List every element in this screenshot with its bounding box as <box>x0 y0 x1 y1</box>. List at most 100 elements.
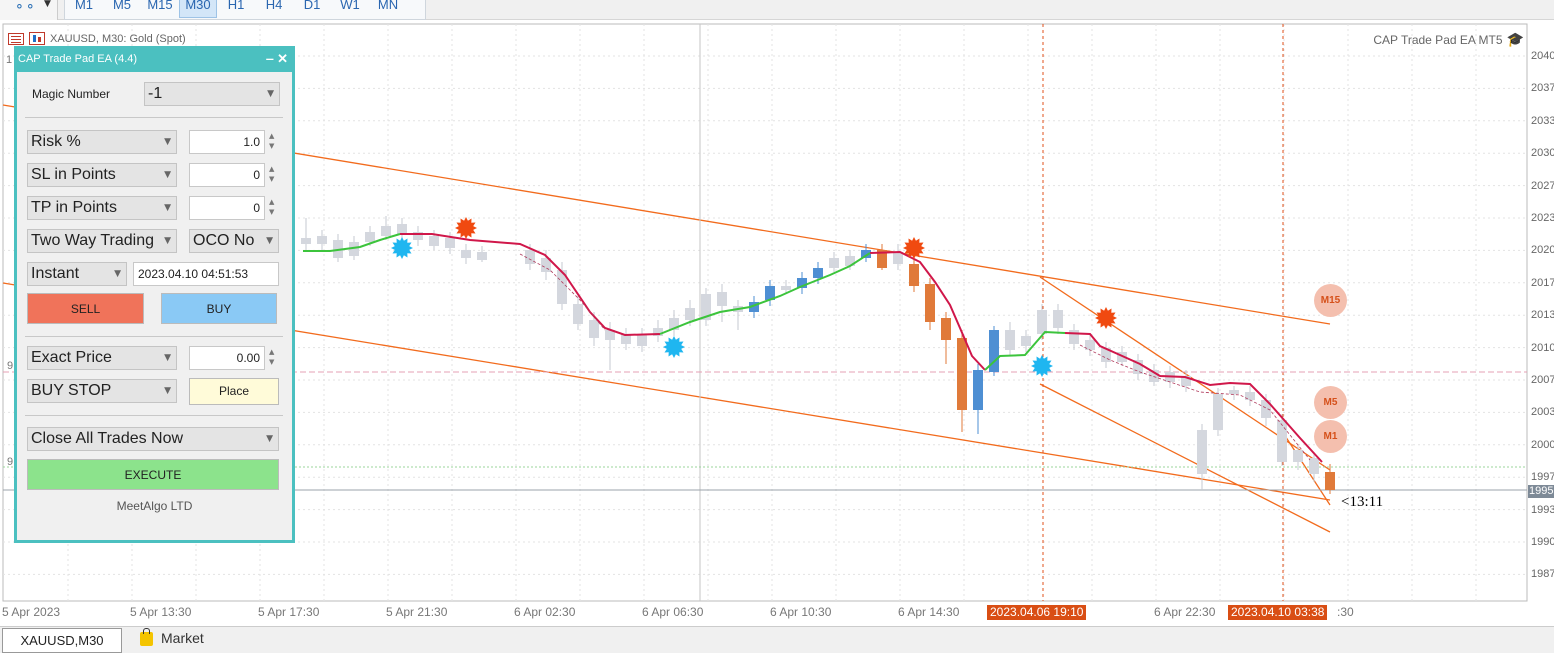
sell-button[interactable]: SELL <box>27 293 144 324</box>
close-action-label: Close All Trades Now <box>31 430 184 447</box>
panel-title-bar[interactable]: CAP Trade Pad EA (4.4) ‒ ✕ <box>14 46 295 72</box>
candle-body <box>317 236 327 244</box>
candle-body <box>1021 336 1031 346</box>
price-label: 2023 <box>1531 212 1554 224</box>
order-type-label: BUY STOP <box>31 382 112 399</box>
sl-dropdown[interactable]: SL in Points ▼ <box>27 163 177 187</box>
price-label: 2000 <box>1531 438 1554 451</box>
candle-body <box>1053 310 1063 328</box>
chevron-down-icon: ▼ <box>164 137 171 147</box>
candle-body <box>1277 420 1287 462</box>
candle-body <box>973 370 983 410</box>
chevron-down-icon: ▼ <box>164 236 171 246</box>
sell-signal-star <box>455 217 477 239</box>
candle-body <box>957 338 967 410</box>
time-label: :30 <box>1337 605 1354 619</box>
datetime-field[interactable]: 2023.04.10 04:51:53 <box>133 262 279 286</box>
time-label: 6 Apr 14:30 <box>898 605 960 619</box>
price-label: 2003 <box>1531 406 1554 419</box>
buy-signal-star <box>1031 355 1053 377</box>
badge-m1[interactable]: M1 <box>1314 420 1347 453</box>
candle-body <box>1229 390 1239 394</box>
price-label: 2027 <box>1531 179 1554 192</box>
candle-body <box>685 308 695 320</box>
tab-market-label: Market <box>161 630 204 646</box>
shopping-bag-icon <box>140 628 153 646</box>
price-label: 2033 <box>1531 114 1554 127</box>
symbol-info: XAUUSD, M30: Gold (Spot) <box>8 32 186 45</box>
time-label: 6 Apr 10:30 <box>770 605 832 619</box>
candle-body <box>1309 458 1319 474</box>
oco-dropdown[interactable]: OCO No ▼ <box>189 229 279 253</box>
two-way-label: Two Way Trading <box>31 232 155 249</box>
candle-body <box>589 320 599 338</box>
candle-body <box>445 238 455 248</box>
chart-type-icon <box>29 32 45 45</box>
symbol-label: XAUUSD, M30: Gold (Spot) <box>50 32 186 45</box>
time-label: 6 Apr 02:30 <box>514 605 576 619</box>
time-tag-2: 2023.04.10 03:38 <box>1228 605 1328 620</box>
chevron-down-icon: ▼ <box>164 170 171 180</box>
price-label: 1993 <box>1531 503 1554 516</box>
price-mode-dropdown[interactable]: Exact Price ▼ <box>27 346 177 370</box>
list-icon <box>8 32 24 45</box>
candle-body <box>1245 392 1255 400</box>
two-way-trading-dropdown[interactable]: Two Way Trading ▼ <box>27 229 177 253</box>
chevron-down-icon: ▼ <box>164 386 171 396</box>
tp-dropdown[interactable]: TP in Points ▼ <box>27 196 177 220</box>
risk-stepper[interactable]: ▲ ▼ <box>269 131 279 155</box>
price-label: 1987 <box>1531 568 1554 581</box>
tab-market[interactable]: Market <box>140 628 204 646</box>
edge-label: 9 <box>7 456 14 468</box>
time-label: 5 Apr 13:30 <box>130 605 192 619</box>
oco-label: OCO No <box>193 232 255 249</box>
price-label: 2020 <box>1531 244 1554 257</box>
panel-window-buttons[interactable]: ‒ ✕ <box>266 46 288 72</box>
ea-name[interactable]: CAP Trade Pad EA MT5 🎓 <box>1373 32 1524 48</box>
price-label: 2017 <box>1531 276 1554 289</box>
candle-body <box>1037 310 1047 334</box>
sl-stepper[interactable]: ▲ ▼ <box>269 164 279 188</box>
risk-dropdown[interactable]: Risk % ▼ <box>27 130 177 154</box>
chevron-down-icon: ▼ <box>164 353 171 363</box>
divider <box>25 336 283 337</box>
ea-name-label: CAP Trade Pad EA MT5 <box>1373 33 1503 47</box>
tp-stepper[interactable]: ▲ ▼ <box>269 197 279 221</box>
candle-body <box>1069 330 1079 344</box>
tp-input[interactable]: 0 <box>189 196 265 220</box>
price-label: 2010 <box>1531 341 1554 354</box>
chevron-down-icon: ▼ <box>266 434 273 444</box>
badge-m15[interactable]: M15 <box>1314 284 1347 317</box>
magic-number-dropdown[interactable]: -1 ▼ <box>144 82 280 106</box>
price-label: 2040 <box>1531 50 1554 62</box>
trade-pad-panel: CAP Trade Pad EA (4.4) ‒ ✕ Magic Number … <box>14 46 295 543</box>
time-label: 5 Apr 21:30 <box>386 605 448 619</box>
candle-body <box>1197 430 1207 474</box>
badge-m5[interactable]: M5 <box>1314 386 1347 419</box>
price-input[interactable]: 0.00 <box>189 346 265 370</box>
execution-mode-dropdown[interactable]: Instant ▼ <box>27 262 127 286</box>
place-button[interactable]: Place <box>189 378 279 405</box>
panel-title: CAP Trade Pad EA (4.4) <box>18 53 138 65</box>
risk-input[interactable]: 1.0 <box>189 130 265 154</box>
execute-button[interactable]: EXECUTE <box>27 459 279 490</box>
candle-body <box>1325 472 1335 490</box>
candle-body <box>717 292 727 306</box>
candle-body <box>381 226 391 236</box>
chevron-down-icon: ▼ <box>114 269 121 279</box>
sl-input[interactable]: 0 <box>189 163 265 187</box>
magic-number-value: -1 <box>148 85 163 102</box>
execution-mode-label: Instant <box>31 265 80 282</box>
candle-body <box>477 252 487 260</box>
candle-body <box>525 250 535 264</box>
buy-button[interactable]: BUY <box>161 293 277 324</box>
price-label: 2030 <box>1531 147 1554 160</box>
candle-body <box>461 250 471 258</box>
risk-label: Risk % <box>31 133 81 150</box>
price-stepper[interactable]: ▲ ▼ <box>269 347 279 371</box>
order-type-dropdown[interactable]: BUY STOP ▼ <box>27 379 177 403</box>
tab-xauusd-m30[interactable]: XAUUSD,M30 <box>2 628 122 653</box>
bar-countdown: <13:11 <box>1341 494 1384 510</box>
candle-body <box>397 224 407 234</box>
close-action-dropdown[interactable]: Close All Trades Now ▼ <box>27 427 279 451</box>
